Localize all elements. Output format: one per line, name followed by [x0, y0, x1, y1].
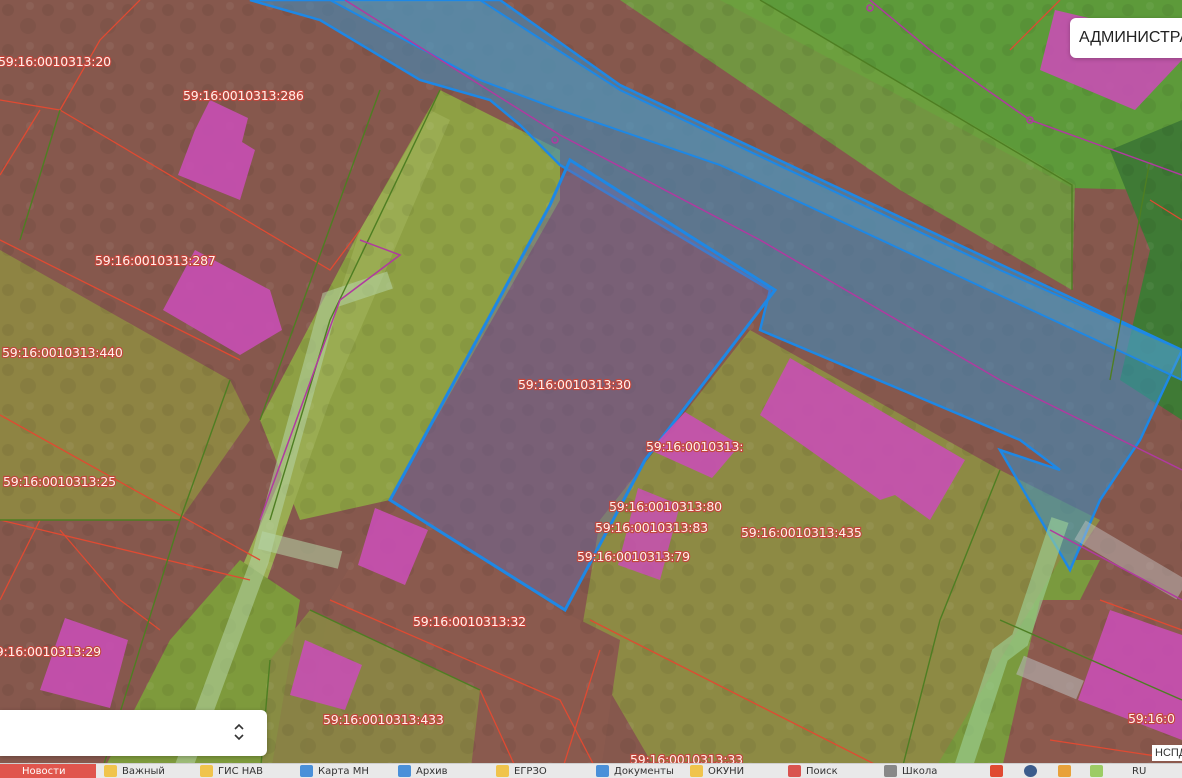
bookmark-item[interactable]: Важный: [122, 766, 165, 778]
parcel-label[interactable]: 59:16:0010313:433: [322, 711, 445, 728]
bookmark-item[interactable]: Карта МН: [318, 766, 369, 778]
layer-selector[interactable]: [0, 710, 267, 756]
parcel-label[interactable]: 59:16:0010313:83: [594, 519, 709, 536]
chevron-up-down-icon: [234, 723, 244, 741]
page-icon: [788, 765, 801, 777]
extension-icon[interactable]: [1058, 765, 1071, 777]
parcel-label[interactable]: 59:16:0010313:25: [2, 473, 117, 490]
folder-icon: [496, 765, 509, 777]
bookmark-item[interactable]: ЕГРЗО: [514, 766, 547, 778]
parcel-label[interactable]: 59:16:0010313:435: [740, 524, 863, 541]
page-icon: [596, 765, 609, 777]
bookmark-label: Новости: [22, 766, 66, 777]
nspd-label: НСПД: [1152, 745, 1182, 761]
bookmark-active[interactable]: Новости: [0, 764, 96, 778]
parcel-label[interactable]: 59:16:0010313:29: [0, 643, 102, 660]
parcel-label[interactable]: 59:16:0: [1127, 710, 1176, 727]
parcel-label[interactable]: 59:16:0010313:: [645, 438, 745, 455]
bookmark-item[interactable]: Архив: [416, 766, 448, 778]
administration-button[interactable]: АДМИНИСТРАЦИЯ: [1070, 18, 1182, 58]
bookmark-item[interactable]: Школа: [902, 766, 937, 778]
parcel-label[interactable]: 59:16:0010313:20: [0, 53, 112, 70]
bookmarks-bar: Новости Важный ГИС НАВ Карта МН Архив ЕГ…: [0, 763, 1182, 778]
folder-icon: [200, 765, 213, 777]
parcel-label[interactable]: 59:16:0010313:80: [608, 498, 723, 515]
parcel-label[interactable]: 59:16:0010313:286: [182, 87, 305, 104]
page-icon: [398, 765, 411, 777]
parcel-label[interactable]: 59:16:0010313:440: [1, 344, 124, 361]
parcel-label[interactable]: 59:16:0010313:79: [576, 548, 691, 565]
cadastral-map[interactable]: 59:16:0010313:20 59:16:0010313:286 59:16…: [0, 0, 1182, 777]
language-indicator[interactable]: RU: [1132, 766, 1146, 778]
bookmark-item[interactable]: Поиск: [806, 766, 838, 778]
bookmark-item[interactable]: Документы: [614, 766, 674, 778]
folder-icon: [104, 765, 117, 777]
parcel-label[interactable]: 59:16:0010313:30: [517, 376, 632, 393]
folder-icon: [690, 765, 703, 777]
extension-icon[interactable]: [1090, 765, 1103, 777]
bookmark-item[interactable]: ОКУНИ: [708, 766, 744, 778]
parcel-label[interactable]: 59:16:0010313:287: [94, 252, 217, 269]
home-icon[interactable]: [990, 765, 1003, 777]
close-circle-icon[interactable]: [1024, 765, 1037, 777]
page-icon: [884, 765, 897, 777]
page-icon: [300, 765, 313, 777]
bookmark-item[interactable]: ГИС НАВ: [218, 766, 263, 778]
parcel-label[interactable]: 59:16:0010313:32: [412, 613, 527, 630]
